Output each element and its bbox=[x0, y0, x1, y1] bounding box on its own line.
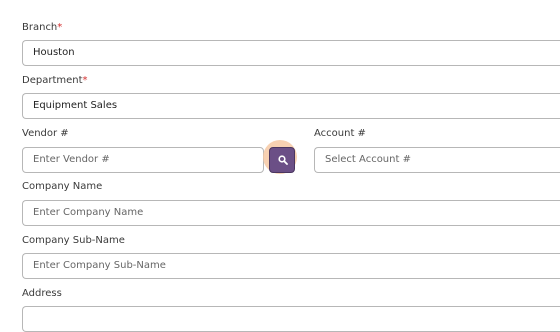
company-name-placeholder: Enter Company Name bbox=[33, 207, 144, 218]
department-label-text: Department bbox=[22, 75, 83, 86]
vendor-placeholder: Enter Vendor # bbox=[33, 154, 110, 165]
required-marker: * bbox=[57, 22, 63, 33]
account-select[interactable]: Select Account # bbox=[314, 147, 560, 173]
account-label: Account # bbox=[314, 128, 366, 139]
company-sub-name-input[interactable]: Enter Company Sub-Name bbox=[22, 253, 560, 279]
department-select[interactable]: Equipment Sales × bbox=[22, 93, 560, 119]
required-marker: * bbox=[82, 75, 88, 86]
vendor-label: Vendor # bbox=[22, 128, 69, 139]
vendor-input[interactable]: Enter Vendor # bbox=[22, 147, 264, 173]
vendor-search-button[interactable] bbox=[269, 147, 295, 173]
search-icon bbox=[278, 155, 288, 165]
branch-select[interactable]: Houston × bbox=[22, 40, 560, 66]
department-value: Equipment Sales bbox=[33, 100, 118, 111]
address-label: Address bbox=[22, 288, 62, 299]
branch-label-text: Branch bbox=[22, 22, 58, 33]
company-name-input[interactable]: Enter Company Name bbox=[22, 200, 560, 226]
branch-label: Branch* bbox=[22, 22, 62, 34]
company-sub-name-placeholder: Enter Company Sub-Name bbox=[33, 260, 166, 271]
department-label: Department* bbox=[22, 75, 88, 87]
branch-value: Houston bbox=[33, 47, 75, 58]
company-name-label: Company Name bbox=[22, 181, 103, 192]
address-input[interactable] bbox=[22, 306, 560, 332]
account-placeholder: Select Account # bbox=[325, 154, 411, 165]
company-sub-name-label: Company Sub-Name bbox=[22, 235, 125, 246]
